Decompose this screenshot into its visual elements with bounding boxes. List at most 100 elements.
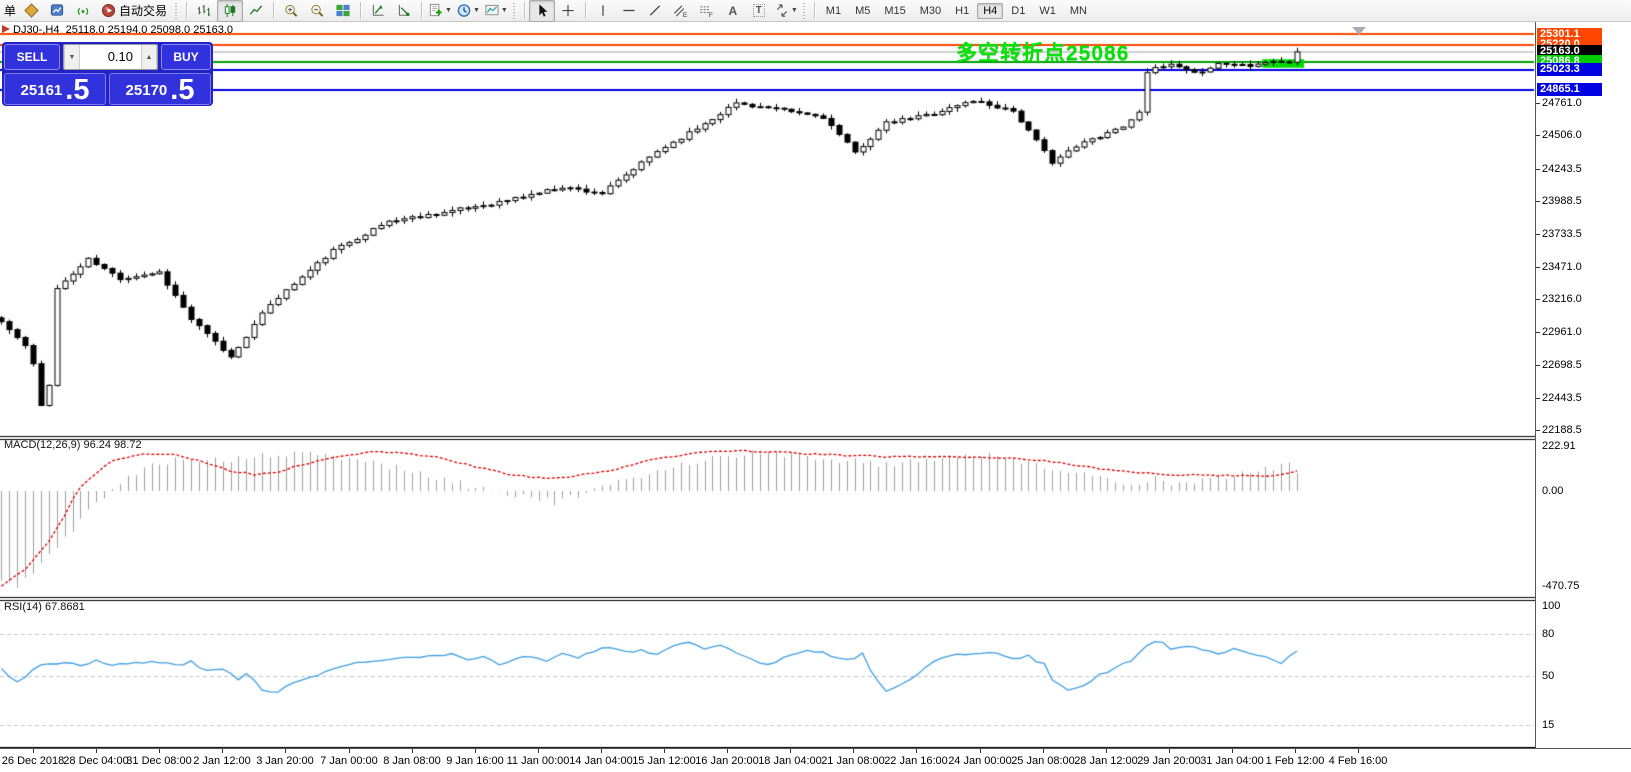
buy-price[interactable]: 25170 .5 (109, 73, 211, 105)
autotrading-icon (101, 3, 116, 18)
time-tick-label: 28 Dec 04:00 (63, 755, 128, 767)
line-chart-icon (248, 3, 264, 18)
time-tick-label: 29 Jan 20:00 (1137, 755, 1201, 767)
indicator-cursor-button[interactable] (391, 0, 417, 22)
time-tick-mark (475, 749, 476, 753)
crosshair-button[interactable] (555, 0, 581, 22)
indicator-window-button[interactable] (365, 0, 391, 22)
time-tick-label: 1 Feb 12:00 (1266, 755, 1325, 767)
period-button[interactable]: ▼ (454, 0, 482, 22)
timeframe-m15[interactable]: M15 (878, 3, 911, 19)
bar-chart-button[interactable] (191, 0, 217, 22)
crosshair-icon (560, 3, 576, 18)
time-tick-label: 9 Jan 16:00 (446, 755, 504, 767)
timeframe-m1[interactable]: M1 (820, 3, 847, 19)
time-tick-mark (980, 749, 981, 753)
volume-increase-button[interactable]: ▲ (141, 45, 157, 69)
autotrading-label: 自动交易 (119, 2, 167, 19)
time-axis[interactable]: 26 Dec 201828 Dec 04:0031 Dec 08:002 Jan… (0, 748, 1631, 772)
cursor-icon (535, 3, 549, 18)
chevron-down-icon[interactable]: ▼ (501, 7, 508, 14)
volume-value[interactable]: 0.10 (80, 45, 141, 69)
bar-chart-icon (196, 3, 212, 18)
buy-price-main: 25170 (126, 79, 168, 103)
text-label-button[interactable]: T (746, 0, 772, 22)
chevron-down-icon[interactable]: ▼ (473, 7, 480, 14)
buy-button[interactable]: BUY (161, 44, 211, 70)
market-watch-button[interactable] (44, 0, 70, 22)
zoom-in-button[interactable] (278, 0, 304, 22)
time-tick-label: 28 Jan 12:00 (1074, 755, 1138, 767)
fibonacci-button[interactable]: F (694, 0, 720, 22)
trendline-button[interactable] (642, 0, 668, 22)
timeframe-h4[interactable]: H4 (977, 3, 1003, 19)
signal-icon (75, 3, 91, 18)
macd-tick-label: -470.75 (1542, 580, 1579, 592)
timeframe-d1[interactable]: D1 (1005, 3, 1031, 19)
timeframe-h1[interactable]: H1 (949, 3, 975, 19)
line-chart-button[interactable] (243, 0, 269, 22)
price-tick-label: 22698.5 (1542, 359, 1582, 371)
time-tick-mark (349, 749, 350, 753)
toolbar-grip (803, 3, 807, 19)
price-tick-mark (1536, 299, 1540, 300)
volume-decrease-button[interactable]: ▼ (64, 45, 80, 69)
autotrading-button[interactable]: 自动交易 (96, 0, 172, 22)
tile-windows-icon (335, 3, 351, 18)
time-tick-mark (664, 749, 665, 753)
candlestick-chart-button[interactable] (217, 0, 243, 22)
time-tick-mark (412, 749, 413, 753)
market-watch-icon (49, 3, 65, 18)
toolbar-separator (814, 2, 815, 19)
price-tick-label: 23216.0 (1542, 293, 1582, 305)
add-indicator-button[interactable]: ▼ (426, 0, 454, 22)
new-order-button[interactable] (18, 0, 44, 22)
sell-price[interactable]: 25161 .5 (4, 73, 106, 105)
time-tick-label: 8 Jan 08:00 (383, 755, 441, 767)
timeframe-mn[interactable]: MN (1064, 3, 1093, 19)
buy-price-pips: .5 (170, 77, 194, 103)
time-tick-label: 18 Jan 04:00 (758, 755, 822, 767)
tile-windows-button[interactable] (330, 0, 356, 22)
trendline-icon (647, 3, 663, 18)
time-tick-label: 21 Jan 08:00 (821, 755, 885, 767)
price-tick-label: 22961.0 (1542, 326, 1582, 338)
zoom-out-icon (309, 3, 325, 18)
price-tick-label: 24243.5 (1542, 163, 1582, 175)
vertical-line-button[interactable] (590, 0, 616, 22)
mt4-terminal: 单 自动交易 (0, 0, 1631, 772)
chart-area[interactable] (0, 22, 1536, 748)
price-axis[interactable]: 24761.024506.024243.523988.523733.523471… (1535, 22, 1631, 748)
svg-text:F: F (709, 12, 713, 18)
time-tick-mark (1358, 749, 1359, 753)
horizontal-line-button[interactable] (616, 0, 642, 22)
chart-title: DJ30-,H4 25118.0 25194.0 25098.0 25163.0 (13, 24, 233, 36)
chevron-down-icon[interactable]: ▼ (445, 7, 452, 14)
sell-button[interactable]: SELL (4, 44, 60, 70)
order-button[interactable]: 单 (4, 2, 16, 19)
price-tick-label: 23733.5 (1542, 228, 1582, 240)
template-button[interactable]: ▼ (482, 0, 510, 22)
price-tick-mark (1536, 135, 1540, 136)
channel-button[interactable]: E (668, 0, 694, 22)
text-button[interactable]: A (720, 0, 746, 22)
rsi-tick-label: 80 (1542, 628, 1554, 640)
cursor-button[interactable] (529, 0, 555, 22)
time-tick-mark (1169, 749, 1170, 753)
signals-button[interactable] (70, 0, 96, 22)
timeframe-m30[interactable]: M30 (914, 3, 947, 19)
sell-price-pips: .5 (65, 77, 89, 103)
template-icon (484, 3, 500, 18)
volume-stepper: ▼ 0.10 ▲ (63, 44, 158, 70)
timeframe-m5[interactable]: M5 (849, 3, 876, 19)
arrows-button[interactable]: ▼ (772, 0, 800, 22)
rsi-tick-label: 50 (1542, 670, 1554, 682)
chevron-down-icon[interactable]: ▼ (791, 7, 798, 14)
time-tick-label: 11 Jan 00:00 (507, 755, 570, 767)
ohlc-values: 25118.0 25194.0 25098.0 25163.0 (66, 24, 233, 36)
zoom-out-button[interactable] (304, 0, 330, 22)
time-tick-label: 25 Jan 08:00 (1011, 755, 1075, 767)
toolbar-separator (524, 2, 525, 19)
timeframe-w1[interactable]: W1 (1033, 3, 1062, 19)
rsi-label: RSI(14) 67.8681 (4, 601, 85, 613)
